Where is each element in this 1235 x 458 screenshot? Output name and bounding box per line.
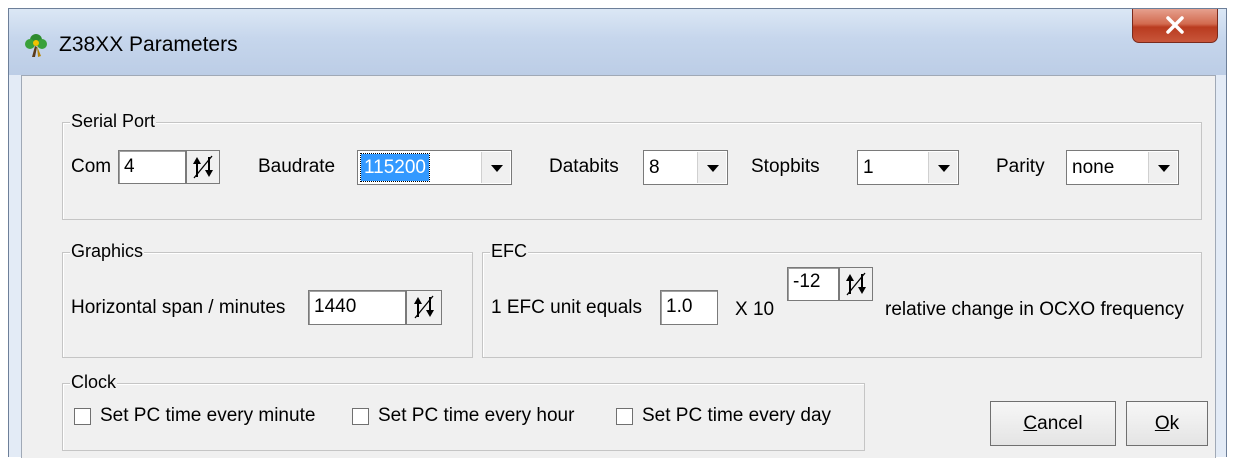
horizontal-span-input[interactable]: 1440 xyxy=(308,290,406,325)
efc-unit-label: 1 EFC unit equals xyxy=(491,297,643,318)
dialog-window: Z38XX Parameters Serial Port Com 4 Baudr… xyxy=(8,8,1227,458)
cancel-label: ancel xyxy=(1037,413,1083,434)
app-flower-icon xyxy=(25,34,47,57)
efc-group-title: EFC xyxy=(490,240,528,262)
graphics-group-title: Graphics xyxy=(70,240,145,262)
efc-group: EFC 1 EFC unit equals 1.0 X 10 -12 relat… xyxy=(482,240,1202,358)
baudrate-dropdown-arrow-icon[interactable] xyxy=(481,152,510,183)
cancel-button[interactable]: Cancel xyxy=(990,401,1116,446)
parity-dropdown-arrow-icon[interactable] xyxy=(1148,152,1177,183)
baudrate-dropdown[interactable]: 115200 xyxy=(357,150,512,185)
baudrate-value: 115200 xyxy=(360,153,430,182)
efc-exponent-input[interactable]: -12 xyxy=(787,267,839,301)
dialog-client-area: Serial Port Com 4 Baudrate 115200 Databi… xyxy=(21,75,1216,458)
serial-port-group-title: Serial Port xyxy=(70,110,157,132)
stopbits-dropdown[interactable]: 1 xyxy=(857,150,959,185)
efc-unit-input[interactable]: 1.0 xyxy=(660,290,718,325)
stopbits-label: Stopbits xyxy=(751,156,820,177)
efc-exponent-spin-button[interactable] xyxy=(839,267,873,301)
databits-dropdown-arrow-icon[interactable] xyxy=(697,152,726,183)
com-label: Com xyxy=(71,156,112,177)
com-input[interactable]: 4 xyxy=(118,150,186,184)
efc-suffix-label: relative change in OCXO frequency xyxy=(885,299,1184,320)
up-down-arrows-icon xyxy=(193,155,213,179)
set-time-day-label[interactable]: Set PC time every day xyxy=(642,404,831,428)
graphics-group: Graphics Horizontal span / minutes 1440 xyxy=(62,240,473,358)
ok-label: k xyxy=(1169,413,1180,434)
up-down-arrows-icon xyxy=(414,295,434,319)
databits-label: Databits xyxy=(549,156,619,177)
parity-dropdown[interactable]: none xyxy=(1066,150,1179,185)
com-spin-button[interactable] xyxy=(186,150,220,184)
set-time-minute-label[interactable]: Set PC time every minute xyxy=(100,404,315,428)
clock-group: Clock Set PC time every minute Set PC ti… xyxy=(62,371,865,451)
stopbits-dropdown-arrow-icon[interactable] xyxy=(928,152,957,183)
set-time-hour-label[interactable]: Set PC time every hour xyxy=(378,404,574,428)
clock-group-title: Clock xyxy=(70,371,118,393)
serial-port-group: Serial Port Com 4 Baudrate 115200 Databi… xyxy=(62,110,1202,220)
stopbits-value: 1 xyxy=(863,157,874,178)
close-x-icon xyxy=(1166,16,1184,34)
horizontal-span-label: Horizontal span / minutes xyxy=(71,297,286,318)
parity-value: none xyxy=(1072,157,1115,178)
cancel-mnemonic: C xyxy=(1023,413,1038,434)
parity-label: Parity xyxy=(996,156,1045,177)
times-ten-label: X 10 xyxy=(735,299,775,320)
close-button[interactable] xyxy=(1132,9,1218,43)
ok-mnemonic: O xyxy=(1154,413,1170,434)
set-time-day-checkbox[interactable] xyxy=(616,408,633,425)
baudrate-label: Baudrate xyxy=(258,156,336,177)
title-bar[interactable]: Z38XX Parameters xyxy=(9,9,1226,75)
databits-value: 8 xyxy=(649,157,660,178)
databits-dropdown[interactable]: 8 xyxy=(643,150,728,185)
set-time-hour-checkbox[interactable] xyxy=(352,408,369,425)
up-down-arrows-icon xyxy=(846,272,866,296)
set-time-minute-checkbox[interactable] xyxy=(74,408,91,425)
horizontal-span-spin-button[interactable] xyxy=(406,290,442,325)
ok-button[interactable]: Ok xyxy=(1126,401,1208,446)
window-title: Z38XX Parameters xyxy=(59,33,238,56)
